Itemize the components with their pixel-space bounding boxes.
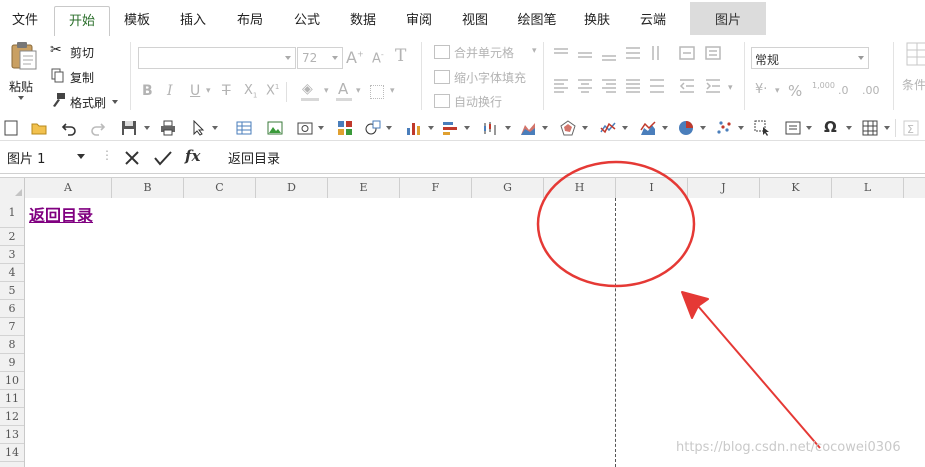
red-arrow-annotation (681, 291, 821, 449)
red-circle-annotation (536, 160, 696, 288)
watermark-text: https://blog.csdn.net/cocowei0306 (676, 440, 901, 455)
annotation-overlay (536, 160, 821, 449)
